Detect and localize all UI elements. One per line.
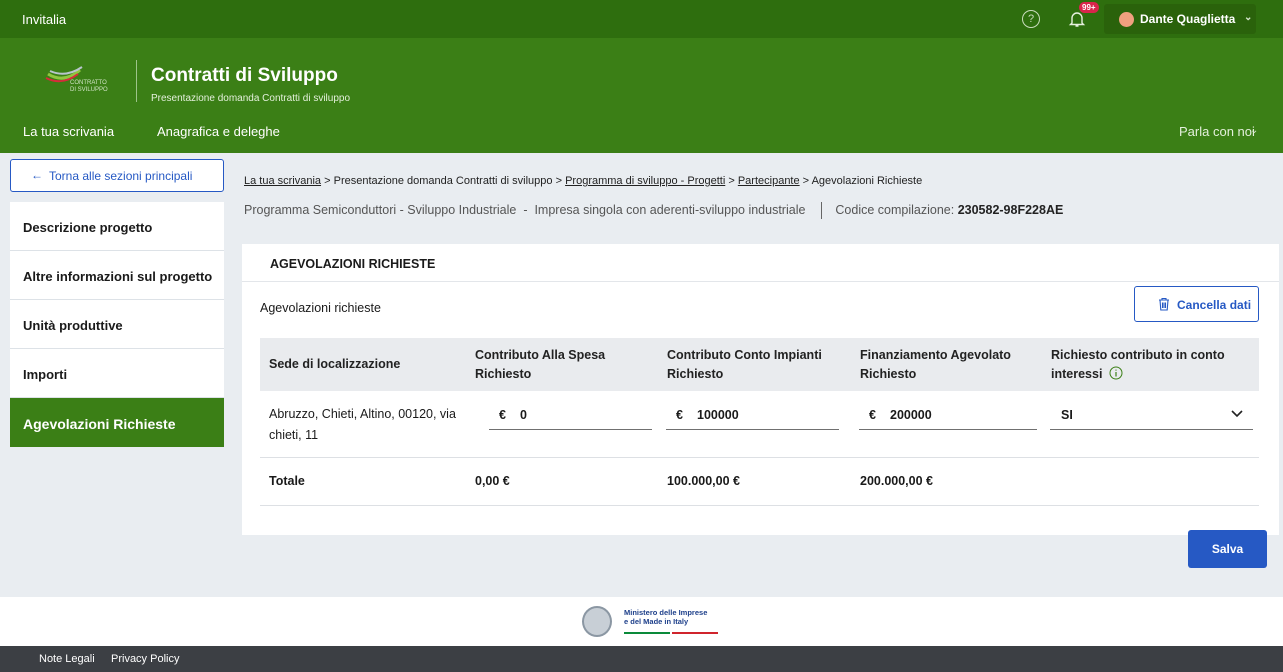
total-label: Totale: [269, 474, 305, 488]
contributo-spesa-input[interactable]: € 0: [489, 400, 652, 430]
table-cell-sede: Abruzzo, Chieti, Altino, 00120, via chie…: [269, 407, 456, 442]
application-type: Impresa singola con aderenti-sviluppo in…: [534, 202, 806, 217]
info-icon[interactable]: [1109, 366, 1123, 380]
sidebar-item-unita-produttive[interactable]: Unità produttive: [10, 300, 224, 349]
main-nav: La tua scrivania Anagrafica e deleghe Pa…: [0, 122, 1283, 144]
app-title: Contratti di Sviluppo: [151, 65, 338, 86]
header-divider: [136, 60, 137, 102]
save-button[interactable]: Salva: [1188, 530, 1267, 568]
sidebar-item-altre-informazioni[interactable]: Altre informazioni sul progetto: [10, 251, 224, 300]
euro-symbol: €: [869, 408, 876, 422]
column-header-contributo-spesa: Contributo Alla Spesa Richiesto: [475, 348, 606, 381]
nav-item-anagrafica[interactable]: Anagrafica e deleghe: [157, 124, 280, 139]
column-header-finanziamento: Finanziamento Agevolato Richiesto: [860, 348, 1011, 381]
contratto-logo: CONTRATTO DI SVILUPPO: [44, 66, 124, 96]
section-label: Agevolazioni richieste: [260, 301, 381, 315]
total-contributo-spesa: 0,00 €: [475, 474, 510, 488]
breadcrumb-link-scrivania[interactable]: La tua scrivania: [244, 175, 321, 187]
top-bar: Invitalia ? 99+ Dante Quaglietta ⌄: [0, 0, 1283, 38]
finanziamento-input[interactable]: € 200000: [859, 400, 1037, 430]
breadcrumb-link-programma[interactable]: Programma di sviluppo - Progetti: [565, 175, 725, 187]
sidebar-item-descrizione[interactable]: Descrizione progetto: [10, 202, 224, 251]
table-header: Sede di localizzazione Contributo Alla S…: [260, 338, 1259, 391]
cancel-data-button[interactable]: Cancella dati: [1134, 286, 1259, 322]
trash-icon: [1159, 297, 1169, 311]
column-header-sede: Sede di localizzazione: [269, 357, 401, 371]
sidebar: ← Torna alle sezioni principali Descrizi…: [10, 153, 224, 597]
breadcrumb-current: Agevolazioni Richieste: [811, 175, 923, 187]
avatar: [1119, 12, 1134, 27]
ministry-emblem-icon: [582, 606, 612, 637]
chevron-down-icon: ⌄: [1244, 12, 1253, 23]
contributo-interessi-select[interactable]: SI: [1050, 400, 1253, 430]
footer-link-privacy[interactable]: Privacy Policy: [111, 653, 179, 665]
chevron-down-icon: ⌄: [1250, 125, 1259, 136]
total-finanziamento: 200.000,00 €: [860, 474, 933, 488]
contributo-impianti-input[interactable]: € 100000: [666, 400, 839, 430]
panel-title: AGEVOLAZIONI RICHIESTE: [270, 257, 436, 271]
column-header-contributo-interessi: Richiesto contributo in conto interessi: [1051, 348, 1225, 381]
footer: Note Legali Privacy Policy: [0, 646, 1283, 672]
program-name: Programma Semiconduttori - Sviluppo Indu…: [244, 202, 517, 217]
code-value: 230582-98F228AE: [957, 202, 1064, 217]
nav-item-scrivania[interactable]: La tua scrivania: [23, 124, 114, 139]
ministry-name: Ministero delle Imprese e del Made in It…: [624, 608, 708, 626]
user-menu[interactable]: Dante Quaglietta ⌄: [1104, 4, 1256, 34]
arrow-left-icon: ←: [31, 168, 43, 182]
app-subtitle: Presentazione domanda Contratti di svilu…: [151, 93, 351, 104]
total-contributo-impianti: 100.000,00 €: [667, 474, 740, 488]
user-name: Dante Quaglietta: [1140, 12, 1236, 26]
euro-symbol: €: [676, 408, 683, 422]
flag-bar-green: [624, 632, 670, 634]
agevolazioni-panel: AGEVOLAZIONI RICHIESTE Agevolazioni rich…: [242, 244, 1279, 535]
breadcrumb-item: Presentazione domanda Contratti di svilu…: [333, 175, 553, 187]
contact-menu[interactable]: Parla con noi: [1179, 124, 1255, 139]
brand-link[interactable]: Invitalia: [22, 12, 66, 27]
euro-symbol: €: [499, 408, 506, 422]
sidebar-item-agevolazioni[interactable]: Agevolazioni Richieste: [10, 398, 224, 447]
meta-divider: [820, 202, 822, 219]
row-divider: [260, 457, 1259, 458]
row-divider: [260, 505, 1259, 506]
column-header-contributo-impianti: Contributo Conto Impianti Richiesto: [667, 348, 822, 381]
footer-link-note-legali[interactable]: Note Legali: [39, 653, 95, 665]
panel-divider: [242, 281, 1279, 282]
code-label: Codice compilazione:: [835, 202, 955, 217]
sidebar-item-importi[interactable]: Importi: [10, 349, 224, 398]
breadcrumb: La tua scrivania > Presentazione domanda…: [244, 175, 923, 187]
flag-bar-red: [672, 632, 718, 634]
breadcrumb-link-partecipante[interactable]: Partecipante: [738, 175, 800, 187]
app-header: CONTRATTO DI SVILUPPO Contratti di Svilu…: [0, 38, 1283, 153]
chevron-down-icon: [1231, 410, 1243, 418]
back-to-sections-button[interactable]: ← Torna alle sezioni principali: [10, 159, 224, 192]
application-meta: Programma Semiconduttori - Sviluppo Indu…: [244, 202, 1063, 219]
notification-badge: 99+: [1079, 2, 1099, 13]
help-icon[interactable]: ?: [1022, 10, 1040, 28]
